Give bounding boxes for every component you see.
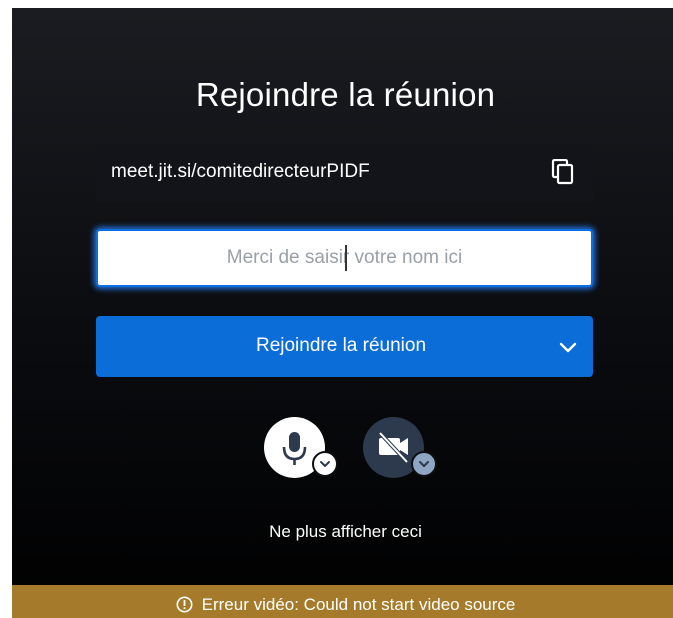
join-meeting-button[interactable]: Rejoindre la réunion (96, 316, 593, 377)
chevron-down-icon (320, 461, 330, 467)
copy-icon[interactable] (551, 159, 575, 185)
camera-options-button[interactable] (411, 451, 437, 477)
chevron-down-icon (419, 461, 429, 467)
microphone-options-button[interactable] (312, 451, 338, 477)
meeting-url-box: meet.jit.si/comitedirecteurPIDF (96, 144, 593, 202)
error-message: Erreur vidéo: Could not start video sour… (201, 595, 516, 614)
join-meeting-label: Rejoindre la réunion (255, 335, 427, 356)
error-content: Erreur vidéo: Could not start video sour… (12, 595, 673, 615)
video-error-banner: Erreur vidéo: Could not start video sour… (12, 585, 673, 618)
chevron-down-icon[interactable] (557, 336, 579, 358)
dont-show-again-link[interactable]: Ne plus afficher ceci (12, 522, 673, 542)
page-title: Rejoindre la réunion (195, 76, 496, 113)
text-caret (345, 245, 347, 271)
prejoin-screen: Rejoindre la réunion meet.jit.si/comited… (12, 8, 673, 618)
meeting-url-text: meet.jit.si/comitedirecteurPIDF (111, 161, 370, 182)
warning-icon (176, 596, 193, 613)
